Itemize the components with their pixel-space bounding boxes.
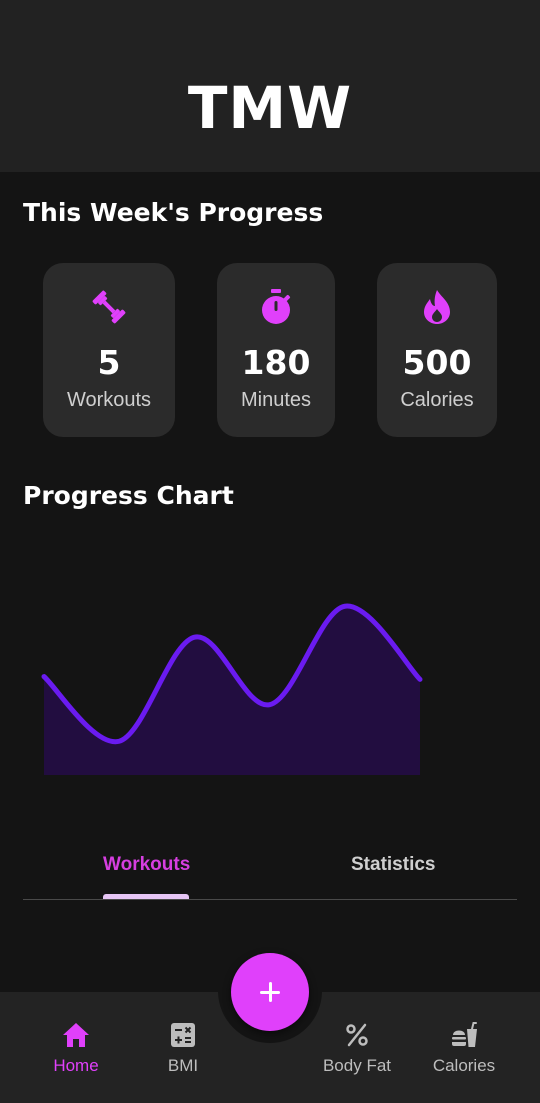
app-title: TMW bbox=[187, 74, 353, 142]
add-button[interactable] bbox=[231, 953, 309, 1031]
app-bar: TMW bbox=[0, 0, 540, 172]
minutes-label: Minutes bbox=[240, 389, 312, 411]
dumbbell-icon bbox=[92, 290, 126, 324]
home-icon bbox=[63, 1023, 89, 1047]
nav-label-calories: Calories bbox=[432, 1056, 496, 1075]
week-progress-title: This Week's Progress bbox=[23, 198, 324, 227]
nav-label-body-fat: Body Fat bbox=[322, 1056, 392, 1075]
calories-value: 500 bbox=[402, 343, 472, 382]
calculator-icon bbox=[171, 1023, 195, 1047]
tab-active-indicator bbox=[103, 894, 189, 899]
nav-item-calories[interactable]: Calories bbox=[419, 1020, 509, 1080]
calories-card[interactable]: 500 Calories bbox=[377, 263, 497, 437]
tab-bar: Workouts Statistics bbox=[23, 840, 517, 900]
stopwatch-icon bbox=[262, 289, 291, 324]
chart-area-fill bbox=[44, 606, 420, 775]
calories-label: Calories bbox=[400, 389, 474, 411]
progress-chart-title: Progress Chart bbox=[23, 481, 234, 510]
workouts-value: 5 bbox=[97, 343, 121, 382]
nav-item-bmi[interactable]: BMI bbox=[138, 1020, 228, 1080]
nav-item-home[interactable]: Home bbox=[31, 1020, 121, 1080]
progress-chart bbox=[41, 603, 423, 775]
tab-workouts[interactable]: Workouts bbox=[103, 854, 190, 876]
nav-label-bmi: BMI bbox=[167, 1056, 199, 1075]
fastfood-icon bbox=[452, 1022, 477, 1047]
percent-icon bbox=[346, 1023, 368, 1047]
workouts-card[interactable]: 5 Workouts bbox=[43, 263, 175, 437]
minutes-value: 180 bbox=[241, 343, 311, 382]
minutes-card[interactable]: 180 Minutes bbox=[217, 263, 335, 437]
nav-item-body-fat[interactable]: Body Fat bbox=[312, 1020, 402, 1080]
workouts-label: Workouts bbox=[66, 389, 152, 411]
fire-icon bbox=[424, 290, 450, 324]
nav-label-home: Home bbox=[53, 1056, 99, 1075]
tab-statistics[interactable]: Statistics bbox=[351, 854, 435, 876]
